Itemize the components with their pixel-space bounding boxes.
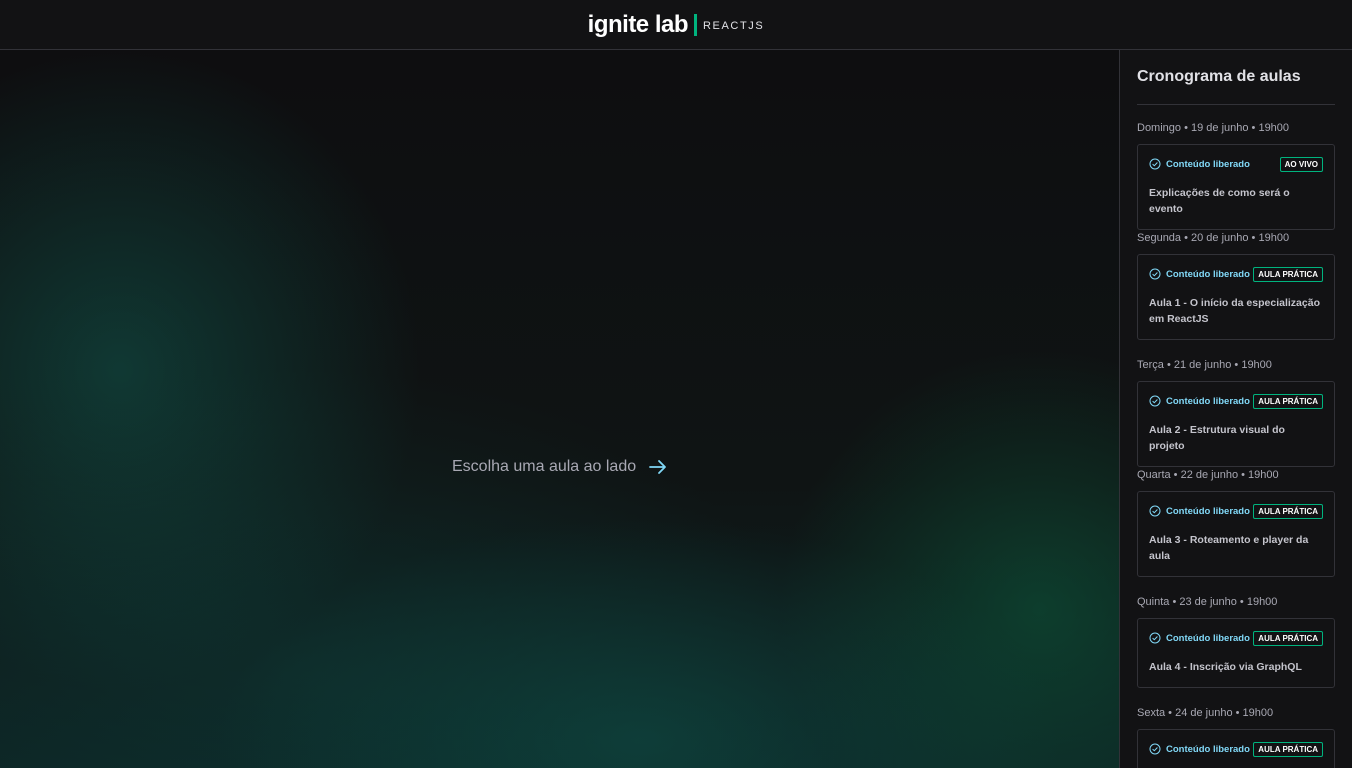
- lesson-title: Explicações de como será o evento: [1149, 187, 1290, 215]
- check-circle-icon: [1149, 632, 1161, 644]
- lesson-item[interactable]: Quarta • 22 de junho • 19h00 Conteúdo li…: [1137, 469, 1335, 577]
- lesson-item[interactable]: Segunda • 20 de junho • 19h00 Conteúdo l…: [1137, 232, 1335, 340]
- lesson-item[interactable]: Quinta • 23 de junho • 19h00 Conteúdo li…: [1137, 596, 1335, 688]
- lesson-status: Conteúdo liberado: [1149, 268, 1250, 280]
- lesson-status: Conteúdo liberado: [1149, 395, 1250, 407]
- status-label: Conteúdo liberado: [1166, 395, 1250, 407]
- lesson-type-badge: AULA PRÁTICA: [1253, 266, 1323, 282]
- status-label: Conteúdo liberado: [1166, 268, 1250, 280]
- lesson-title: Aula 1 - O início da especialização em R…: [1149, 297, 1320, 325]
- arrow-right-icon: [649, 460, 667, 474]
- lesson-card[interactable]: Conteúdo liberado AULA PRÁTICA: [1137, 729, 1335, 768]
- schedule-sidebar: Cronograma de aulas Domingo • 19 de junh…: [1119, 50, 1352, 768]
- lesson-item[interactable]: Sexta • 24 de junho • 19h00 Conteúdo lib…: [1137, 707, 1335, 768]
- lesson-title: Aula 3 - Roteamento e player da aula: [1149, 534, 1309, 562]
- status-label: Conteúdo liberado: [1166, 743, 1250, 755]
- sidebar-divider: [1137, 104, 1335, 105]
- check-circle-icon: [1149, 743, 1161, 755]
- lesson-date: Quarta • 22 de junho • 19h00: [1137, 469, 1279, 481]
- logo-subtitle: REACTJS: [703, 19, 765, 32]
- lesson-status: Conteúdo liberado: [1149, 743, 1250, 755]
- lesson-type-badge: AULA PRÁTICA: [1253, 741, 1323, 757]
- check-circle-icon: [1149, 268, 1161, 280]
- lesson-date: Quinta • 23 de junho • 19h00: [1137, 596, 1278, 608]
- lesson-card[interactable]: Conteúdo liberado AULA PRÁTICA Aula 4 - …: [1137, 618, 1335, 688]
- lesson-status: Conteúdo liberado: [1149, 158, 1250, 170]
- lesson-card[interactable]: Conteúdo liberado AULA PRÁTICA Aula 2 - …: [1137, 381, 1335, 467]
- check-circle-icon: [1149, 158, 1161, 170]
- lesson-item[interactable]: Terça • 21 de junho • 19h00 Conteúdo lib…: [1137, 359, 1335, 467]
- lesson-date: Sexta • 24 de junho • 19h00: [1137, 707, 1274, 719]
- lesson-item[interactable]: Domingo • 19 de junho • 19h00 Conteúdo l…: [1137, 122, 1335, 230]
- status-label: Conteúdo liberado: [1166, 632, 1250, 644]
- empty-state-message: Escolha uma aula ao lado: [452, 458, 637, 475]
- lesson-date: Segunda • 20 de junho • 19h00: [1137, 232, 1290, 244]
- top-header: ignite lab REACTJS: [0, 0, 1352, 50]
- lesson-date: Terça • 21 de junho • 19h00: [1137, 359, 1272, 371]
- logo[interactable]: ignite lab REACTJS: [588, 11, 765, 39]
- lesson-status: Conteúdo liberado: [1149, 505, 1250, 517]
- check-circle-icon: [1149, 505, 1161, 517]
- lesson-type-badge: AO VIVO: [1279, 156, 1323, 172]
- empty-state: Escolha uma aula ao lado: [452, 457, 668, 477]
- lesson-type-badge: AULA PRÁTICA: [1253, 503, 1323, 519]
- lesson-title: Aula 4 - Inscrição via GraphQL: [1149, 661, 1302, 673]
- sidebar-title: Cronograma de aulas: [1137, 68, 1301, 85]
- lesson-type-badge: AULA PRÁTICA: [1253, 393, 1323, 409]
- lesson-card[interactable]: Conteúdo liberado AULA PRÁTICA Aula 1 - …: [1137, 254, 1335, 340]
- lesson-card[interactable]: Conteúdo liberado AO VIVO Explicações de…: [1137, 144, 1335, 230]
- status-label: Conteúdo liberado: [1166, 505, 1250, 517]
- lesson-title: Aula 2 - Estrutura visual do projeto: [1149, 424, 1285, 452]
- lesson-date: Domingo • 19 de junho • 19h00: [1137, 122, 1290, 134]
- status-label: Conteúdo liberado: [1166, 158, 1250, 170]
- main-content: Escolha uma aula ao lado: [0, 50, 1119, 768]
- lesson-status: Conteúdo liberado: [1149, 632, 1250, 644]
- logo-divider: [694, 13, 697, 36]
- check-circle-icon: [1149, 395, 1161, 407]
- lesson-type-badge: AULA PRÁTICA: [1253, 630, 1323, 646]
- logo-text: ignite lab: [587, 10, 689, 38]
- lesson-card[interactable]: Conteúdo liberado AULA PRÁTICA Aula 3 - …: [1137, 491, 1335, 577]
